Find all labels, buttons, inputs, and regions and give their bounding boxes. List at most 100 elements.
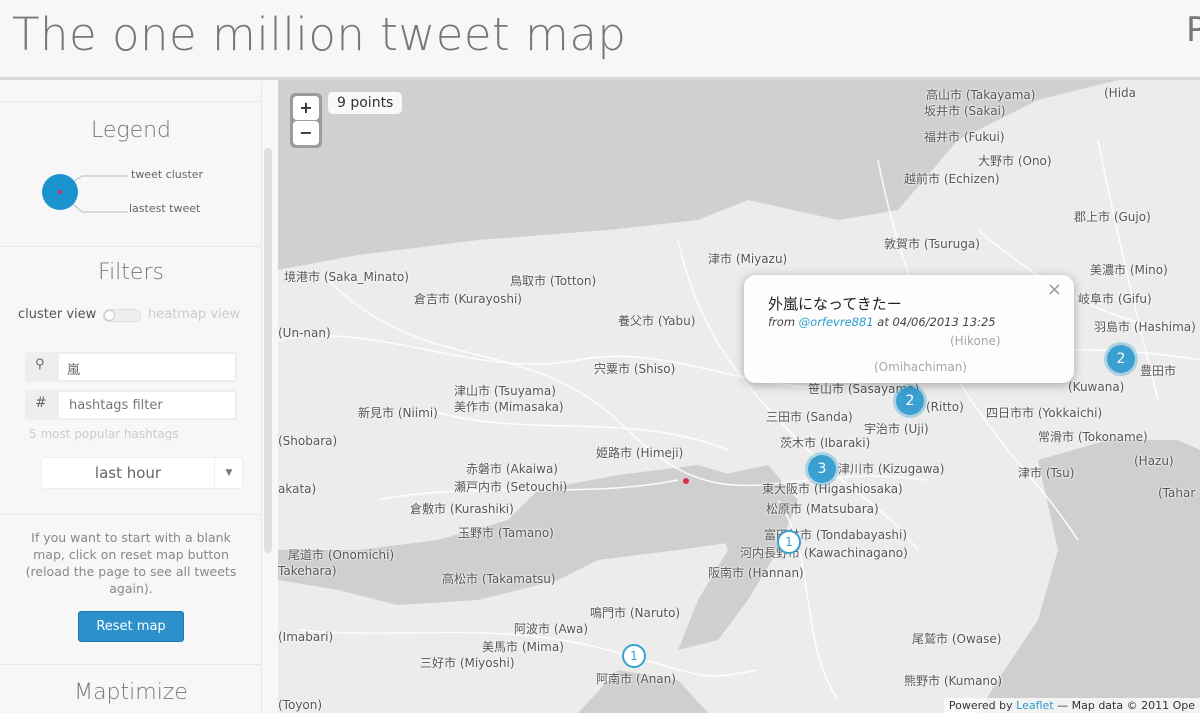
attribution-prefix: Powered by bbox=[948, 699, 1013, 712]
zoom-in-button[interactable]: + bbox=[293, 96, 319, 120]
map-label: 倉敷市 (Kurashiki) bbox=[410, 502, 514, 516]
popular-hashtags-label[interactable]: 5 most popular hashtags bbox=[29, 427, 179, 441]
map-label: 鳴門市 (Naruto) bbox=[590, 606, 681, 620]
map-label: (Hida bbox=[1104, 86, 1137, 100]
maptimize-title: Maptimize bbox=[74, 680, 188, 705]
map-label: 松原市 (Matsubara) bbox=[766, 502, 879, 516]
legend-section: Legend tweet cluster lastest tweet bbox=[0, 101, 262, 246]
search-input[interactable]: 嵐 bbox=[59, 354, 235, 380]
popup-meta: from @orfevre881 at 04/06/2013 13:25 bbox=[768, 315, 996, 329]
map-label: 境港市 (Saka_Minato) bbox=[284, 270, 409, 284]
map-label: 常滑市 (Tokoname) bbox=[1038, 430, 1148, 444]
time-range-value: last hour bbox=[94, 464, 162, 482]
leaflet-link[interactable]: Leaflet bbox=[1016, 699, 1053, 712]
legend-cluster-icon bbox=[42, 174, 128, 213]
map-label: 尾鷲市 (Owase) bbox=[912, 632, 1002, 646]
hashtag-field: # bbox=[25, 390, 237, 420]
popup-user-link[interactable]: @orfevre881 bbox=[799, 315, 874, 329]
page-title: The one million tweet map bbox=[12, 8, 627, 61]
legend-cluster-label: tweet cluster bbox=[131, 168, 204, 181]
map-label: (Hazu) bbox=[1134, 454, 1174, 468]
map-label: 津市 (Tsu) bbox=[1018, 466, 1075, 480]
map-label: (Shobara) bbox=[278, 434, 338, 448]
tweet-cluster[interactable]: 2 bbox=[1107, 345, 1135, 373]
map-label: 阿波市 (Awa) bbox=[514, 622, 589, 636]
map-label: 羽島市 (Hashima) bbox=[1094, 320, 1196, 334]
map-tiles bbox=[278, 80, 1200, 713]
popup-time: at 04/06/2013 13:25 bbox=[877, 315, 996, 329]
header: The one million tweet map P bbox=[0, 0, 1200, 80]
map-label: (Omihachiman) bbox=[874, 360, 967, 374]
view-toggle[interactable] bbox=[103, 309, 141, 322]
map-label: 阿南市 (Anan) bbox=[596, 672, 676, 686]
map-label: 美馬市 (Mima) bbox=[482, 640, 564, 654]
map-label: 倉吉市 (Kurayoshi) bbox=[414, 292, 522, 306]
sidebar: Legend tweet cluster lastest tweet Filte… bbox=[0, 83, 262, 713]
tweet-cluster[interactable]: 2 bbox=[896, 387, 924, 415]
zoom-out-button[interactable]: − bbox=[293, 121, 319, 145]
map-label: 坂井市 (Sakai) bbox=[924, 104, 1006, 118]
map-label: akata) bbox=[278, 482, 317, 496]
map-label: 阪南市 (Hannan) bbox=[708, 566, 804, 580]
sidebar-scrollbar[interactable] bbox=[264, 148, 272, 553]
map-label: (Hikone) bbox=[950, 334, 1001, 348]
map-label: (Toyon) bbox=[278, 698, 323, 712]
map[interactable]: 高山市 (Takayama) (Hida 坂井市 (Sakai) 福井市 (Fu… bbox=[278, 80, 1200, 713]
map-label: (Ritto) bbox=[926, 400, 964, 414]
points-count: 9 points bbox=[328, 92, 403, 114]
map-label: 岐阜市 (Gifu) bbox=[1078, 292, 1152, 306]
zoom-control: + − bbox=[290, 93, 322, 148]
hashtag-icon: # bbox=[35, 395, 47, 411]
header-cut-text: P bbox=[1186, 10, 1200, 50]
map-label: 郡上市 (Gujo) bbox=[1074, 210, 1151, 224]
map-label: (Kuwana) bbox=[1068, 380, 1125, 394]
map-label: 玉野市 (Tamano) bbox=[458, 526, 554, 540]
reset-help-text: If you want to start with a blank map, c… bbox=[25, 530, 237, 596]
map-label: 高山市 (Takayama) bbox=[926, 88, 1036, 102]
map-label: 大野市 (Ono) bbox=[978, 154, 1052, 168]
popup-from: from bbox=[768, 315, 796, 329]
reset-section: If you want to start with a blank map, c… bbox=[0, 514, 262, 664]
map-label: 三田市 (Sanda) bbox=[766, 410, 853, 424]
cluster-view-label: cluster view bbox=[18, 307, 97, 322]
map-label: 熊野市 (Kumano) bbox=[904, 674, 1003, 688]
map-label: 宍粟市 (Shiso) bbox=[594, 362, 676, 376]
legend-title: Legend bbox=[90, 118, 172, 143]
time-range-select[interactable]: last hour ▼ bbox=[41, 457, 243, 489]
map-label: (Tahar bbox=[1158, 486, 1196, 500]
map-label: 宇治市 (Uji) bbox=[864, 422, 929, 436]
legend-latest-label: lastest tweet bbox=[129, 202, 201, 215]
filters-section: Filters cluster view heatmap view ⚲ 嵐 # … bbox=[0, 246, 262, 514]
map-label: 瀬戸内市 (Setouchi) bbox=[454, 480, 568, 494]
tweet-cluster[interactable]: 1 bbox=[777, 530, 801, 554]
heatmap-view-label: heatmap view bbox=[148, 307, 241, 322]
popup-tweet-text: 外嵐になってきたー bbox=[768, 295, 902, 313]
map-label: 美作市 (Mimasaka) bbox=[454, 400, 564, 414]
map-label: 姫路市 (Himeji) bbox=[596, 446, 684, 460]
map-label: 津市 (Miyazu) bbox=[708, 252, 788, 266]
map-label: 豊田市 bbox=[1140, 364, 1177, 378]
map-label: 養父市 (Yabu) bbox=[618, 314, 696, 328]
chevron-down-icon[interactable]: ▼ bbox=[214, 458, 243, 488]
map-label: 敦賀市 (Tsuruga) bbox=[884, 237, 980, 251]
maptimize-section: Maptimize bbox=[0, 664, 262, 713]
map-label: (Un-nan) bbox=[278, 326, 331, 340]
map-label: Takehara) bbox=[278, 564, 337, 578]
filters-title: Filters bbox=[98, 260, 164, 285]
reset-map-button[interactable]: Reset map bbox=[78, 611, 184, 642]
map-label: 赤磐市 (Akaiwa) bbox=[466, 462, 558, 476]
map-label: 四日市市 (Yokkaichi) bbox=[986, 406, 1103, 420]
latest-tweet-marker[interactable] bbox=[683, 478, 689, 484]
map-label: 東大阪市 (Higashiosaka) bbox=[762, 482, 903, 496]
map-label: 美濃市 (Mino) bbox=[1090, 263, 1168, 277]
map-label: 高松市 (Takamatsu) bbox=[442, 572, 556, 586]
search-field: ⚲ 嵐 bbox=[25, 352, 237, 382]
map-label: 津川市 (Kizugawa) bbox=[838, 462, 945, 476]
map-label: 三好市 (Miyoshi) bbox=[420, 656, 515, 670]
close-icon[interactable]: × bbox=[1047, 279, 1062, 300]
hashtag-input[interactable] bbox=[59, 392, 235, 418]
map-label: 新見市 (Niimi) bbox=[358, 406, 438, 420]
attribution-suffix: — Map data © 2011 Ope bbox=[1057, 699, 1195, 712]
tweet-cluster[interactable]: 1 bbox=[622, 644, 646, 668]
tweet-cluster[interactable]: 3 bbox=[808, 455, 836, 483]
